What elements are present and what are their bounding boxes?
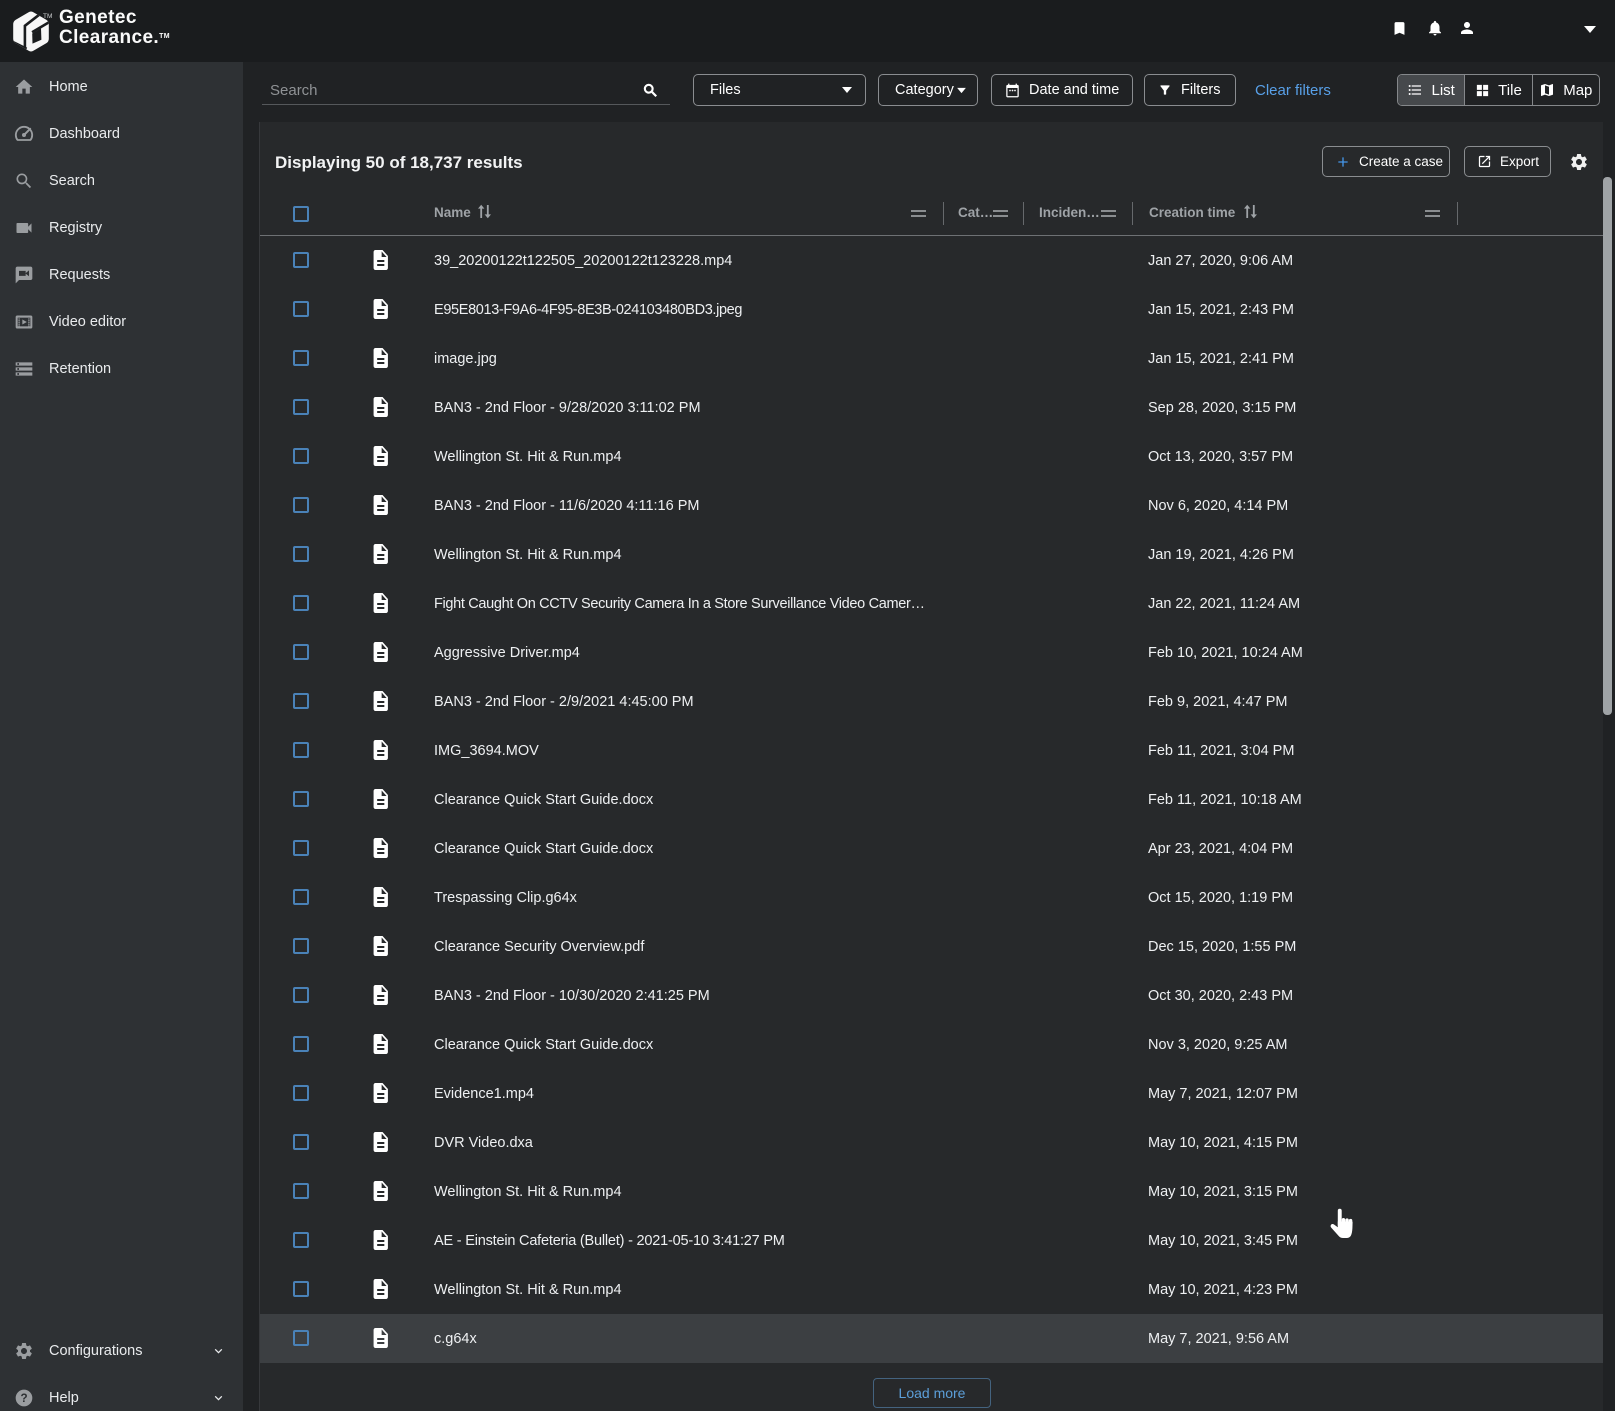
svg-text:TM: TM	[43, 13, 52, 19]
svg-text:?: ?	[20, 1392, 27, 1405]
